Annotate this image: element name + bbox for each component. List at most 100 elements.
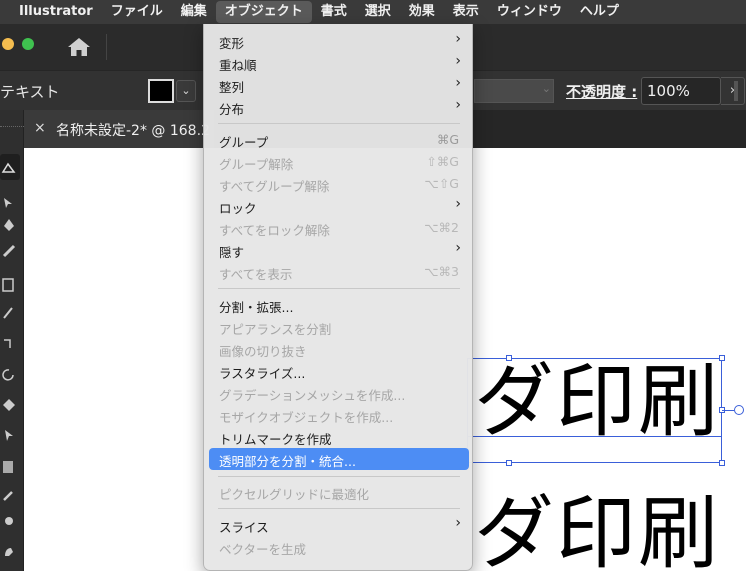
pencil-tool-icon[interactable] — [2, 306, 16, 320]
menu-edit[interactable]: 編集 — [172, 0, 216, 24]
bbox-handle-bottom-right[interactable] — [719, 460, 725, 466]
selection-type-label: テキスト — [0, 83, 60, 101]
menu-item-label: グループ解除 — [219, 157, 294, 172]
menu-item-label: トリムマークを作成 — [219, 432, 332, 447]
opacity-label[interactable]: 不透明度 : — [566, 81, 637, 102]
menu-item-shortcut: ⌥⇧G — [424, 176, 459, 191]
menu-separator — [218, 476, 460, 477]
bbox-handle-top-middle[interactable] — [506, 355, 512, 361]
menu-item-flatten-transparency[interactable]: 透明部分を分割・統合... — [209, 448, 469, 470]
document-tab-title: 名称未設定-2* @ 168.2 — [56, 123, 210, 139]
width-tool-icon[interactable] — [2, 398, 16, 412]
stroke-dropdown-chevron-icon[interactable]: ⌄ — [542, 82, 551, 95]
rotate-tool-icon[interactable] — [2, 368, 16, 382]
menu-item-expand-appearance[interactable]: アピアランスを分割 — [209, 316, 469, 338]
menu-separator — [218, 508, 460, 509]
rectangle-tool-icon[interactable] — [2, 278, 16, 292]
menu-separator — [218, 288, 460, 289]
menu-item-ungroup[interactable]: グループ解除 ⇧⌘G — [209, 151, 469, 173]
submenu-chevron-icon: › — [455, 31, 461, 47]
menu-item-label: 隠す — [219, 245, 245, 260]
menu-select[interactable]: 選択 — [356, 0, 400, 24]
panel-edge — [734, 81, 738, 101]
minimize-window-button[interactable] — [2, 38, 14, 50]
menu-item-arrange[interactable]: 重ね順 › — [209, 52, 469, 74]
menu-item-show-all[interactable]: すべてを表示 ⌥⌘3 — [209, 261, 469, 283]
menu-item-make-pixel-perfect[interactable]: ピクセルグリッドに最適化 — [209, 481, 469, 503]
menu-effect[interactable]: 効果 — [400, 0, 444, 24]
menu-item-unlock-all[interactable]: すべてをロック解除 ⌥⌘2 — [209, 217, 469, 239]
menu-help[interactable]: ヘルプ — [571, 0, 628, 24]
menu-item-distribute[interactable]: 分布 › — [209, 96, 469, 118]
menu-item-shortcut: ⌥⌘3 — [424, 264, 459, 279]
close-tab-icon[interactable]: × — [34, 120, 46, 136]
menu-item-label: すべてをロック解除 — [219, 223, 330, 238]
submenu-chevron-icon: › — [455, 240, 461, 256]
menu-item-label: ピクセルグリッドに最適化 — [219, 487, 370, 502]
menu-item-crop-image[interactable]: 画像の切り抜き — [209, 338, 469, 360]
menu-item-label: アピアランスを分割 — [219, 322, 332, 337]
menu-app-illustrator[interactable]: Illustrator — [10, 0, 102, 24]
bbox-handle-bottom-middle[interactable] — [506, 460, 512, 466]
menu-item-create-object-mosaic[interactable]: モザイクオブジェクトを作成... — [209, 404, 469, 426]
text-thread-line — [722, 410, 734, 411]
menu-item-label: 分割・拡張... — [219, 300, 294, 315]
menu-item-label: 重ね順 — [219, 58, 257, 73]
submenu-chevron-icon: › — [455, 515, 461, 531]
menu-item-hide[interactable]: 隠す › — [209, 239, 469, 261]
direct-selection-tool-icon[interactable] — [2, 196, 16, 210]
stroke-field[interactable]: ⌄ — [474, 79, 554, 103]
pen-tool-icon[interactable] — [2, 218, 16, 232]
menu-window[interactable]: ウィンドウ — [488, 0, 571, 24]
menu-item-shortcut: ⇧⌘G — [426, 154, 459, 169]
home-icon[interactable] — [66, 36, 92, 58]
selection-bounding-box[interactable] — [467, 358, 722, 463]
canvas-text-line-2[interactable]: ダ印刷 — [474, 494, 720, 571]
opacity-chevron-right-icon[interactable]: › — [721, 77, 745, 105]
menu-item-create-trim-marks[interactable]: トリムマークを作成 — [209, 426, 469, 448]
brush-tool-icon[interactable] — [2, 336, 16, 350]
menu-view[interactable]: 表示 — [444, 0, 488, 24]
menu-item-label: スライス — [219, 520, 269, 535]
shape-builder-tool-icon[interactable] — [2, 428, 16, 442]
blend-tool-icon[interactable] — [2, 514, 16, 528]
menu-file[interactable]: ファイル — [102, 0, 172, 24]
menu-type[interactable]: 書式 — [312, 0, 356, 24]
menu-item-label: 画像の切り抜き — [219, 344, 307, 359]
menu-item-rasterize[interactable]: ラスタライズ... — [209, 360, 469, 382]
tools-panel — [0, 110, 24, 571]
eyedropper-tool-icon[interactable] — [2, 488, 16, 502]
menu-item-create-gradient-mesh[interactable]: グラデーションメッシュを作成... — [209, 382, 469, 404]
menu-item-label: グループ — [219, 135, 269, 150]
menu-item-transform[interactable]: 変形 › — [209, 30, 469, 52]
submenu-chevron-icon: › — [455, 75, 461, 91]
menu-item-slice[interactable]: スライス › — [209, 514, 469, 536]
bbox-handle-top-right[interactable] — [719, 355, 725, 361]
menu-item-label: 変形 — [219, 36, 245, 51]
hand-tool-icon[interactable] — [2, 544, 16, 558]
text-baseline — [467, 436, 722, 437]
menu-item-label: すべてグループ解除 — [219, 179, 330, 194]
document-tab[interactable]: × 名称未設定-2* @ 168.2 — [24, 110, 214, 148]
menu-item-group[interactable]: グループ ⌘G — [209, 129, 469, 151]
curvature-tool-icon[interactable] — [2, 244, 16, 258]
opacity-input[interactable]: 100% — [641, 77, 721, 105]
fill-dropdown-chevron-icon[interactable]: ⌄ — [176, 80, 196, 102]
menu-item-label: すべてを表示 — [219, 267, 293, 282]
menu-item-ungroup-all[interactable]: すべてグループ解除 ⌥⇧G — [209, 173, 469, 195]
gradient-tool-icon[interactable] — [2, 460, 16, 474]
selected-tool-slot[interactable] — [0, 154, 20, 180]
app-bar-divider — [106, 34, 107, 60]
panel-grip[interactable] — [0, 126, 24, 130]
menu-item-align[interactable]: 整列 › — [209, 74, 469, 96]
text-thread-port[interactable] — [734, 405, 744, 415]
menu-object[interactable]: オブジェクト — [215, 1, 312, 23]
menu-item-expand[interactable]: 分割・拡張... — [209, 294, 469, 316]
menu-item-label: グラデーションメッシュを作成... — [219, 388, 406, 403]
menu-item-generate-vectors[interactable]: ベクターを生成 — [209, 536, 469, 558]
zoom-window-button[interactable] — [22, 38, 34, 50]
fill-color-swatch[interactable] — [148, 79, 174, 103]
menu-item-lock[interactable]: ロック › — [209, 195, 469, 217]
menu-item-label: モザイクオブジェクトを作成... — [219, 410, 394, 425]
object-menu-dropdown: 変形 › 重ね順 › 整列 › 分布 › グループ ⌘G グループ解除 ⇧⌘G … — [203, 24, 473, 571]
